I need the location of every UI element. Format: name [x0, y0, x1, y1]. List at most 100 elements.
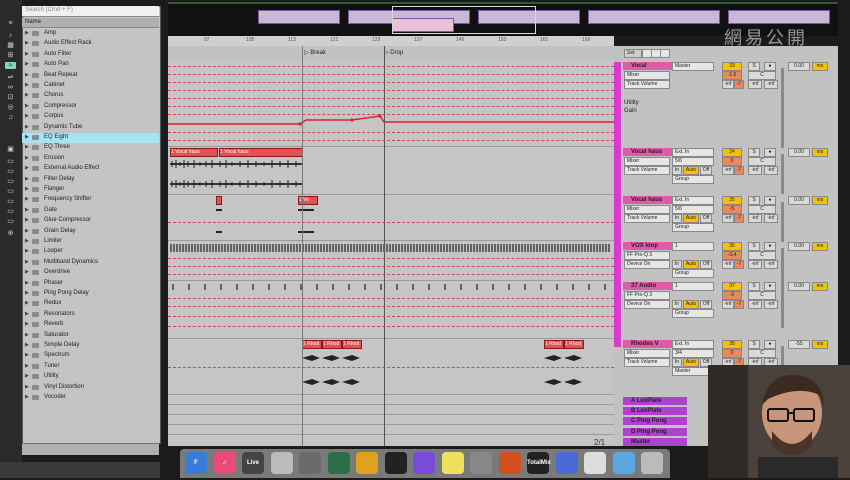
audio-clip[interactable]: 1 Rhod [544, 340, 564, 349]
arm-button[interactable]: ● [764, 62, 776, 71]
expand-icon[interactable]: ▶ [25, 384, 29, 390]
pan-field[interactable]: C [748, 291, 776, 300]
audio-effects-icon[interactable]: ≈ [5, 62, 16, 69]
trash-dock-icon[interactable] [641, 452, 663, 474]
clips-icon[interactable]: ◎ [5, 104, 16, 111]
folder-icon[interactable]: ▭ [5, 198, 16, 205]
expand-icon[interactable]: ▶ [25, 259, 29, 265]
live-dock-icon[interactable]: Live [242, 452, 264, 474]
pan-field[interactable]: C [748, 205, 776, 214]
volume-field[interactable]: 0 [722, 349, 742, 358]
max-for-live-icon[interactable]: ∞ [5, 84, 16, 91]
audio-clip[interactable]: 1 Rhod [342, 340, 362, 349]
app9-dock-icon[interactable] [413, 452, 435, 474]
browser-item[interactable]: ▶ Audio Effect Rack [22, 39, 159, 49]
expand-icon[interactable]: ▶ [25, 342, 29, 348]
app8-dock-icon[interactable] [384, 452, 407, 474]
mode-select[interactable]: Mixer [624, 71, 670, 80]
expand-icon[interactable]: ▶ [25, 352, 29, 358]
mode-select[interactable]: Mixer [624, 205, 670, 214]
input-channel-select[interactable]: 5/6 [672, 205, 714, 214]
expand-icon[interactable]: ▶ [25, 207, 29, 213]
return-track-c[interactable]: C Ping Pong [623, 417, 687, 425]
browser-item[interactable]: ▶ Frequency Shifter [22, 195, 159, 205]
audio-clip[interactable]: 1 Rhod [564, 340, 584, 349]
drums-icon[interactable]: ▦ [5, 42, 16, 49]
input-channel-select[interactable]: 5/6 [672, 157, 714, 166]
automation-select[interactable]: Track Volume [624, 80, 670, 89]
folder-icon[interactable]: ▭ [5, 178, 16, 185]
expand-icon[interactable]: ▶ [25, 321, 29, 327]
app6-dock-icon[interactable] [327, 452, 350, 474]
browser-item[interactable]: ▶ Tuner [22, 362, 159, 372]
automation-select[interactable]: Track Volume [624, 166, 670, 175]
volume-field[interactable]: 0 [722, 157, 742, 166]
mode-select[interactable]: Mixer [624, 157, 670, 166]
output-select[interactable]: Group [672, 269, 714, 278]
audio-clip[interactable]: 1 Rhod [322, 340, 342, 349]
expand-icon[interactable]: ▶ [25, 228, 29, 234]
expand-icon[interactable]: ▶ [25, 30, 29, 36]
browser-item[interactable]: ▶ Resonators [22, 310, 159, 320]
output-select[interactable]: Group [672, 175, 714, 184]
browser-item[interactable]: ▶ Glue Compressor [22, 216, 159, 226]
locator-lane[interactable]: ▷ Break ▷ Drop [168, 46, 614, 61]
volume-field[interactable]: -3.4 [722, 251, 742, 260]
folder-dock-icon[interactable] [612, 452, 635, 474]
expand-icon[interactable]: ▶ [25, 196, 29, 202]
search-input[interactable]: Search (Cmd + F) [22, 6, 159, 17]
set-button[interactable]: Set [624, 49, 642, 58]
browser-item[interactable]: ▶ Simple Delay [22, 341, 159, 351]
monitor-auto-button[interactable]: Auto [683, 300, 699, 309]
browser-item[interactable]: ▶ Beat Repeat [22, 71, 159, 81]
expand-icon[interactable]: ▶ [25, 238, 29, 244]
expand-icon[interactable]: ▶ [25, 40, 29, 46]
audio-clip[interactable] [216, 196, 222, 205]
browser-item[interactable]: ▶ Multiband Dynamics [22, 258, 159, 268]
finder-dock-icon[interactable]: F [185, 452, 207, 474]
add-folder-icon[interactable]: ⊕ [5, 230, 16, 237]
solo-button[interactable]: S [748, 340, 760, 349]
delay-field[interactable]: -55 [788, 340, 810, 349]
track-activator-button[interactable]: 34 [722, 148, 742, 157]
beat-time-ruler[interactable]: 97 105 113 121 129 137 145 153 161 169 [168, 36, 614, 46]
delay-unit-button[interactable]: ms [812, 62, 828, 71]
monitor-in-button[interactable]: In [672, 166, 682, 175]
overview-selection[interactable] [392, 6, 536, 34]
expand-icon[interactable]: ▶ [25, 290, 29, 296]
delay-field[interactable]: 0.00 [788, 282, 810, 291]
expand-icon[interactable]: ▶ [25, 82, 29, 88]
name-column-header[interactable]: Name [22, 18, 159, 28]
expand-icon[interactable]: ▶ [25, 113, 29, 119]
browser-item[interactable]: ▶ Dynamic Tube [22, 123, 159, 133]
browser-item[interactable]: ▶ Phaser [22, 279, 159, 289]
monitor-off-button[interactable]: Off [700, 300, 712, 309]
volume-field[interactable]: -2 [722, 291, 742, 300]
input-type-select[interactable]: 1 [672, 242, 714, 251]
volume-automation-line[interactable] [168, 110, 614, 130]
app12-dock-icon[interactable] [498, 452, 521, 474]
pan-field[interactable]: C [748, 251, 776, 260]
instruments-icon[interactable]: ⊞ [5, 52, 16, 59]
expand-icon[interactable]: ▶ [25, 144, 29, 150]
delay-field[interactable]: 0.00 [788, 196, 810, 205]
audio-clip[interactable]: 1 Vo [298, 196, 318, 205]
expand-icon[interactable]: ▶ [25, 103, 29, 109]
browser-item[interactable]: ▶ External Audio Effect [22, 164, 159, 174]
arm-button[interactable]: ● [764, 282, 776, 291]
arm-button[interactable]: ● [764, 340, 776, 349]
browser-item[interactable]: ▶ Ping Pong Delay [22, 289, 159, 299]
browser-item[interactable]: ▶ Overdrive [22, 268, 159, 278]
audio-clip[interactable]: 1 Vocal haus [170, 148, 218, 157]
browser-item[interactable]: ▶ Vinyl Distortion [22, 383, 159, 393]
arm-button[interactable]: ● [764, 196, 776, 205]
browser-item[interactable]: ▶ Compressor [22, 102, 159, 112]
folder-icon[interactable]: ▭ [5, 158, 16, 165]
itunes-dock-icon[interactable]: ♫ [213, 452, 236, 474]
volume-field[interactable]: -1.6 [722, 71, 742, 80]
prefs-dock-icon[interactable] [470, 452, 492, 474]
mode-select[interactable]: FF Pro-Q 3 [624, 291, 670, 300]
master-track[interactable]: Master [623, 438, 687, 446]
reaper-dock-icon[interactable] [270, 452, 293, 474]
arm-button[interactable]: ● [764, 242, 776, 251]
